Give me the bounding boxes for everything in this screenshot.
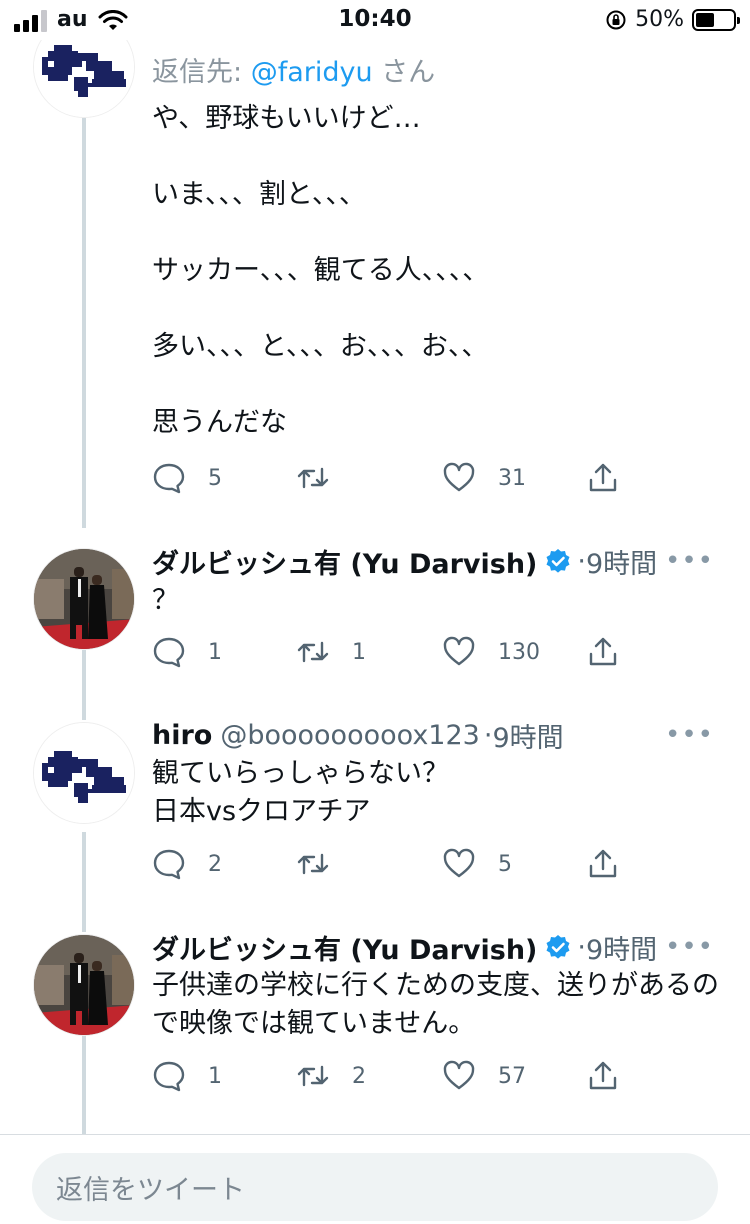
heart-icon [443, 848, 475, 878]
tweet-text: ？ [152, 585, 179, 616]
reply-composer-bar: 返信をツイート [0, 1134, 750, 1224]
like-button[interactable]: 5 [442, 844, 512, 884]
reply-button[interactable]: 1 [152, 632, 222, 672]
tweet-actions: 1 1 130 [152, 632, 632, 672]
tweet-header: hiro @booooooooox123 · 9時間 [152, 715, 720, 755]
like-count: 130 [498, 639, 540, 665]
tweet-time: 9時間 [492, 722, 564, 754]
retweet-icon [297, 853, 329, 875]
retweet-button[interactable] [296, 844, 352, 884]
replying-mention-link[interactable]: @faridyu [251, 57, 373, 88]
share-icon [589, 1061, 617, 1090]
user-handle[interactable]: @booooooooox123 [220, 720, 480, 751]
reply-count: 5 [208, 465, 222, 491]
dot-separator: · [483, 719, 493, 751]
share-icon [589, 637, 617, 666]
thread-line [82, 1034, 86, 1134]
heart-icon [443, 1060, 475, 1090]
thread-line [82, 650, 86, 720]
tweet-text: 観ていらっしゃらない？ 日本vsクロアチア [152, 758, 449, 827]
status-right: 50% [605, 7, 740, 32]
avatar-darvish[interactable] [33, 934, 135, 1036]
rotation-lock-icon [606, 10, 626, 29]
tweet-text: 子供達の学校に行くための支度、送りがあるので映像では観ていません。 [152, 970, 719, 1039]
like-count: 57 [498, 1063, 526, 1089]
tweet-header: ダルビッシュ有 (Yu Darvish) · 9時間 [152, 541, 720, 581]
reply-icon [153, 849, 185, 880]
tweet-header: ダルビッシュ有 (Yu Darvish) · 9時間 [152, 927, 720, 967]
thread-line [82, 118, 86, 528]
reply-button[interactable]: 5 [152, 458, 222, 498]
tweet-time: 9時間 [585, 548, 658, 580]
retweet-icon [297, 641, 329, 663]
battery-icon [692, 8, 740, 31]
like-button[interactable]: 31 [442, 458, 526, 498]
more-options-icon[interactable]: ••• [665, 720, 714, 750]
reply-button[interactable]: 2 [152, 844, 222, 884]
status-bar: au 10:40 50% [0, 0, 750, 40]
avatar-hiro[interactable] [33, 722, 135, 824]
like-button[interactable]: 57 [442, 1056, 526, 1096]
share-button[interactable] [586, 1056, 620, 1096]
heart-icon [443, 636, 475, 666]
share-button[interactable] [586, 844, 620, 884]
display-name[interactable]: ダルビッシュ有 (Yu Darvish) [152, 928, 537, 967]
reply-icon [153, 637, 185, 668]
more-options-icon[interactable]: ••• [665, 932, 714, 962]
replying-suffix: さん [372, 57, 436, 88]
share-button[interactable] [586, 632, 620, 672]
retweet-button[interactable]: 1 [296, 632, 366, 672]
reply-count: 1 [208, 639, 222, 665]
share-icon [589, 849, 617, 878]
avatar-darvish[interactable] [33, 548, 135, 650]
thread-line [82, 832, 86, 932]
tweet-actions: 2 5 [152, 844, 632, 884]
share-button[interactable] [586, 458, 620, 498]
share-icon [589, 463, 617, 492]
reply-icon [153, 463, 185, 494]
retweet-icon [297, 467, 329, 489]
like-count: 31 [498, 465, 526, 491]
like-button[interactable]: 130 [442, 632, 540, 672]
verified-badge-icon [546, 935, 570, 959]
pixel-horse-avatar-icon [34, 723, 134, 823]
like-count: 5 [498, 851, 512, 877]
tweet-text: や、野球もいいけど… いま、、、割と、、、 サッカー、、、観てる人、、、、 多い… [152, 103, 490, 438]
replying-prefix: 返信先: [152, 57, 251, 88]
verified-badge-icon [546, 549, 570, 573]
tweet-time: 9時間 [585, 934, 658, 966]
retweet-icon [297, 1065, 329, 1087]
more-options-icon[interactable]: ••• [665, 546, 714, 576]
display-name[interactable]: ダルビッシュ有 (Yu Darvish) [152, 542, 537, 581]
couple-photo-avatar-icon [34, 935, 134, 1035]
dot-separator: · [577, 545, 586, 577]
retweet-button[interactable] [296, 458, 352, 498]
battery-percent: 50% [635, 7, 684, 32]
reply-count: 2 [208, 851, 222, 877]
retweet-count: 2 [352, 1063, 366, 1089]
reply-count: 1 [208, 1063, 222, 1089]
dot-separator: · [577, 931, 586, 963]
tweet-actions: 5 31 [152, 458, 632, 498]
tweet-actions: 1 2 57 [152, 1056, 632, 1096]
reply-icon [153, 1061, 185, 1092]
reply-input[interactable]: 返信をツイート [32, 1153, 718, 1221]
reply-button[interactable]: 1 [152, 1056, 222, 1096]
replying-to: 返信先: @faridyu さん [152, 50, 435, 89]
retweet-button[interactable]: 2 [296, 1056, 366, 1096]
retweet-count: 1 [352, 639, 366, 665]
heart-icon [443, 462, 475, 492]
couple-photo-avatar-icon [34, 549, 134, 649]
display-name[interactable]: hiro [152, 720, 212, 751]
